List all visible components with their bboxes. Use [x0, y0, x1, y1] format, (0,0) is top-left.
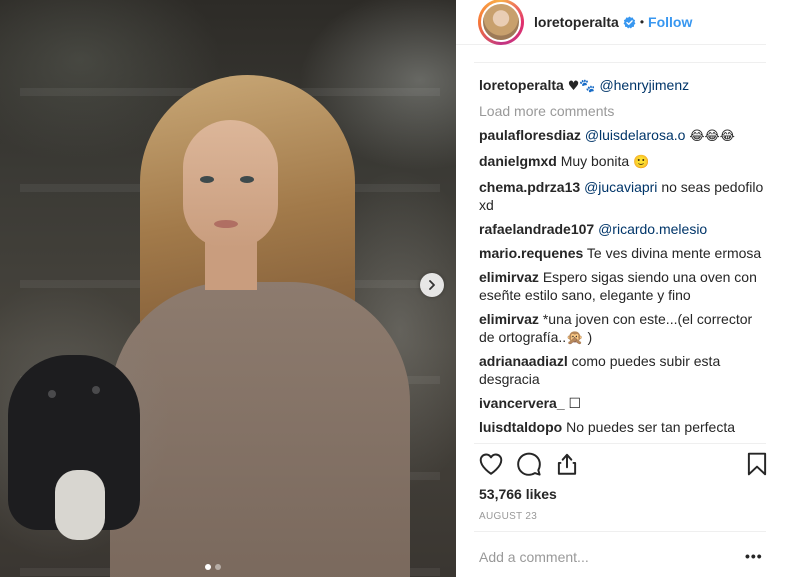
comments-list[interactable]: loretoperalta ♥🐾 @henryjimenz Load more …	[479, 76, 769, 443]
comment-username[interactable]: chema.pdrza13	[479, 179, 580, 195]
photo-dog-left-eye	[48, 390, 56, 398]
comment-item: elimirvaz Espero sigas siendo una oven c…	[479, 268, 769, 304]
comment-box-divider	[474, 531, 766, 532]
post-view: loretoperalta • Follow loretoperalta ♥🐾 …	[0, 0, 788, 577]
comment-mention[interactable]: @luisdelarosa.o	[585, 127, 686, 143]
comment-item: chema.pdrza13 @jucaviapri no seas pedofi…	[479, 178, 769, 214]
photo-dog-right-eye	[92, 386, 100, 394]
comment-username[interactable]: elimirvaz	[479, 269, 539, 285]
caption-mention[interactable]: @henryjimenz	[599, 77, 689, 93]
comment-username[interactable]: paulafloresdiaz	[479, 127, 581, 143]
comment-text: Te ves divina mente ermosa	[586, 245, 762, 261]
carousel-indicator	[205, 564, 221, 570]
header-separator: •	[639, 15, 645, 29]
header-username[interactable]: loretoperalta	[534, 14, 619, 30]
post-actions	[478, 451, 768, 479]
comment-mention[interactable]: @jucaviapri	[584, 179, 657, 195]
add-comment-input[interactable]	[479, 549, 719, 565]
follow-button[interactable]: Follow	[648, 14, 692, 30]
next-photo-button[interactable]	[420, 273, 444, 297]
comment-item: rafaelandrade107 @ricardo.melesio	[479, 220, 769, 238]
more-options-button[interactable]: •••	[745, 548, 763, 564]
comment-icon	[517, 452, 541, 476]
comment-mention[interactable]: @ricardo.melesio	[598, 221, 707, 237]
post-caption: loretoperalta ♥🐾 @henryjimenz	[479, 76, 769, 96]
comment-username[interactable]: rafaelandrade107	[479, 221, 594, 237]
post-header: loretoperalta • Follow	[456, 0, 766, 45]
actions-divider	[474, 443, 766, 444]
comment-item: ivancervera_ ☐	[479, 394, 769, 412]
comment-username[interactable]: luisdtaldopo	[479, 419, 562, 435]
comment-item: luisdtaldopo No puedes ser tan perfecta	[479, 418, 769, 436]
comment-emoji: 🙂	[633, 155, 650, 170]
heart-icon	[479, 453, 503, 475]
comment-text: Muy bonita	[560, 153, 630, 169]
comment-item: mario.requenes Te ves divina mente ermos…	[479, 244, 769, 262]
bookmark-icon	[747, 452, 767, 476]
carousel-dot	[215, 564, 221, 570]
share-icon	[557, 453, 577, 475]
photo-dog-chest	[55, 470, 105, 540]
comment-item: paulafloresdiaz @luisdelarosa.o 😂😂😂	[479, 126, 769, 146]
photo-subject-right-eye	[240, 176, 254, 183]
comment-emoji: 😂😂😂	[689, 129, 735, 144]
save-button[interactable]	[744, 451, 770, 477]
comment-item: danielgmxd Muy bonita 🙂	[479, 152, 769, 172]
comment-button[interactable]	[516, 451, 542, 477]
comment-item: elimirvaz *una joven con este...(el corr…	[479, 310, 769, 346]
comment-username[interactable]: adrianaadiazl	[479, 353, 568, 369]
comment-username[interactable]: elimirvaz	[479, 311, 539, 327]
load-more-comments-button[interactable]: Load more comments	[479, 102, 769, 120]
post-photo[interactable]	[0, 0, 456, 577]
likes-count[interactable]: 53,766 likes	[479, 486, 557, 502]
photo-subject-face	[183, 120, 278, 248]
avatar-story-ring[interactable]	[478, 0, 524, 45]
verified-badge-icon	[623, 16, 636, 28]
post-sidebar: loretoperalta • Follow loretoperalta ♥🐾 …	[456, 0, 788, 577]
caption-username[interactable]: loretoperalta	[479, 77, 564, 93]
chevron-right-icon	[429, 280, 435, 290]
post-date[interactable]: AUGUST 23	[479, 511, 537, 522]
caption-emoji: ♥🐾	[567, 79, 596, 94]
carousel-dot-active	[205, 564, 211, 570]
avatar	[481, 2, 521, 42]
comment-username[interactable]: ivancervera_	[479, 395, 565, 411]
comment-item: adrianaadiazl como puedes subir esta des…	[479, 352, 769, 388]
share-button[interactable]	[554, 451, 580, 477]
photo-subject-left-eye	[200, 176, 214, 183]
comment-text: ☐	[568, 395, 582, 411]
like-button[interactable]	[478, 451, 504, 477]
comment-username[interactable]: danielgmxd	[479, 153, 557, 169]
header-divider	[474, 62, 766, 63]
photo-subject-lips	[214, 220, 238, 228]
comment-username[interactable]: mario.requenes	[479, 245, 583, 261]
comment-text: No puedes ser tan perfecta	[566, 419, 735, 435]
